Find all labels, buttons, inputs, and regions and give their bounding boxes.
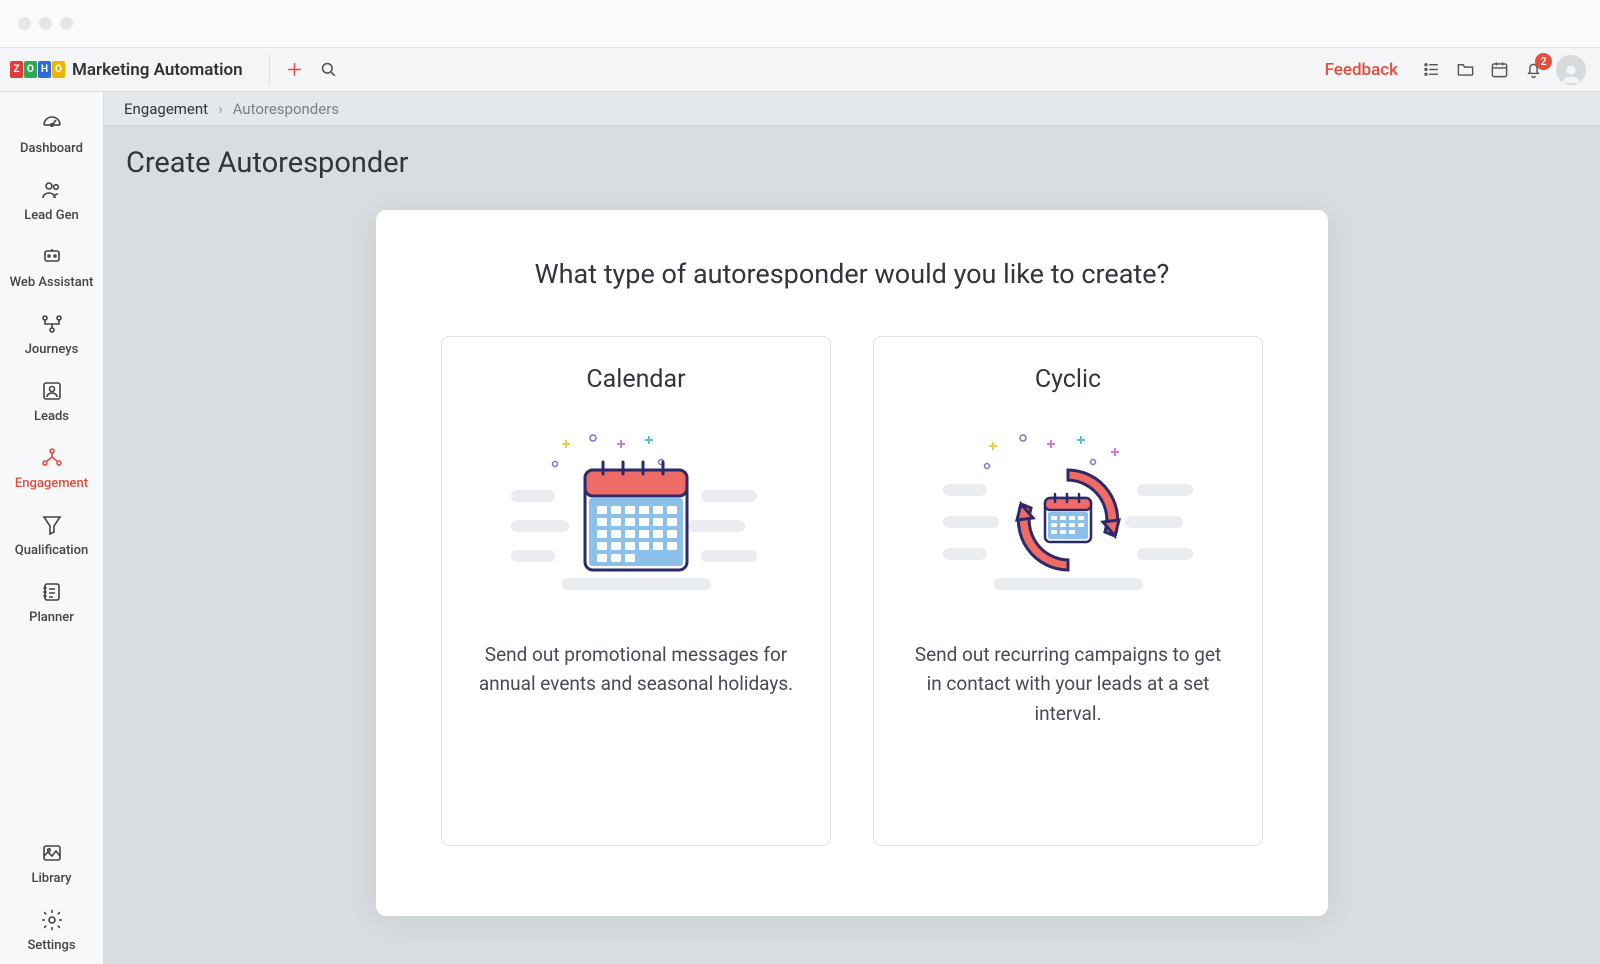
- sidebar-item-dashboard[interactable]: Dashboard: [0, 100, 103, 167]
- folder-button[interactable]: [1448, 53, 1482, 87]
- sidebar-item-label: Leads: [34, 409, 69, 424]
- zoho-logo-icon: Z O H O: [10, 61, 65, 78]
- calendar-illustration-icon: [511, 420, 761, 610]
- sidebar-item-webassistant[interactable]: Web Assistant: [0, 234, 103, 301]
- sidebar-item-leadgen[interactable]: Lead Gen: [0, 167, 103, 234]
- sidebar-item-label: Qualification: [15, 543, 88, 558]
- folder-icon: [1456, 60, 1475, 79]
- planner-icon: [40, 580, 64, 604]
- option-cyclic[interactable]: Cyclic: [873, 336, 1263, 846]
- dashboard-icon: [40, 111, 64, 135]
- calendar-button[interactable]: [1482, 53, 1516, 87]
- autoresponder-type-panel: What type of autoresponder would you lik…: [376, 210, 1328, 916]
- leads-icon: [40, 379, 64, 403]
- sidebar: Dashboard Lead Gen Web Assistant Journey…: [0, 92, 104, 964]
- library-icon: [40, 841, 64, 865]
- app-logo[interactable]: Z O H O Marketing Automation: [10, 60, 261, 80]
- list-icon: [1422, 60, 1441, 79]
- sidebar-item-label: Library: [31, 871, 71, 886]
- option-calendar[interactable]: Calendar: [441, 336, 831, 846]
- sidebar-item-settings[interactable]: Settings: [0, 897, 103, 964]
- engagement-icon: [40, 446, 64, 470]
- qualification-icon: [40, 513, 64, 537]
- sidebar-item-qualification[interactable]: Qualification: [0, 502, 103, 569]
- panel-question: What type of autoresponder would you lik…: [416, 258, 1288, 290]
- option-row: Calendar: [416, 336, 1288, 846]
- chevron-right-icon: ›: [218, 100, 223, 118]
- settings-icon: [40, 908, 64, 932]
- feedback-link[interactable]: Feedback: [1325, 60, 1398, 80]
- sidebar-item-leads[interactable]: Leads: [0, 368, 103, 435]
- search-icon: [319, 60, 338, 79]
- logo-letter: O: [24, 61, 37, 78]
- option-title: Cyclic: [1035, 365, 1101, 394]
- sidebar-item-library[interactable]: Library: [0, 830, 103, 897]
- sidebar-item-label: Settings: [27, 938, 75, 953]
- plus-icon: [285, 60, 304, 79]
- notifications-button[interactable]: 2: [1516, 53, 1550, 87]
- page-title: Create Autoresponder: [126, 146, 1578, 180]
- calendar-icon: [1490, 60, 1509, 79]
- sidebar-item-label: Planner: [29, 610, 74, 625]
- leadgen-icon: [40, 178, 64, 202]
- main: Engagement › Autoresponders Create Autor…: [104, 92, 1600, 964]
- breadcrumb-current: Autoresponders: [233, 100, 339, 118]
- sidebar-item-journeys[interactable]: Journeys: [0, 301, 103, 368]
- option-description: Send out promotional messages for annual…: [470, 640, 802, 699]
- logo-letter: H: [38, 61, 51, 78]
- journeys-icon: [40, 312, 64, 336]
- traffic-light-close[interactable]: [18, 17, 31, 30]
- create-button[interactable]: [278, 53, 312, 87]
- avatar[interactable]: [1556, 55, 1586, 85]
- sidebar-item-label: Dashboard: [20, 141, 83, 156]
- logo-letter: O: [52, 61, 65, 78]
- window-chrome: [0, 0, 1600, 48]
- divider: [269, 55, 270, 85]
- topbar: Z O H O Marketing Automation Feedback 2: [0, 48, 1600, 92]
- sidebar-item-label: Journeys: [25, 342, 79, 357]
- traffic-light-min[interactable]: [39, 17, 52, 30]
- person-icon: [1559, 61, 1583, 85]
- notification-badge: 2: [1535, 53, 1552, 70]
- sidebar-item-label: Engagement: [15, 476, 88, 491]
- webassistant-icon: [40, 245, 64, 269]
- search-button[interactable]: [312, 53, 346, 87]
- app-name: Marketing Automation: [72, 60, 243, 80]
- sidebar-item-engagement[interactable]: Engagement: [0, 435, 103, 502]
- sidebar-item-planner[interactable]: Planner: [0, 569, 103, 636]
- option-description: Send out recurring campaigns to get in c…: [902, 640, 1234, 728]
- breadcrumb: Engagement › Autoresponders: [104, 92, 1600, 126]
- breadcrumb-parent[interactable]: Engagement: [124, 100, 208, 118]
- cyclic-illustration-icon: [943, 420, 1193, 610]
- page-header: Create Autoresponder: [104, 126, 1600, 206]
- sidebar-item-label: Web Assistant: [10, 275, 94, 290]
- logo-letter: Z: [10, 61, 23, 78]
- tasklist-button[interactable]: [1414, 53, 1448, 87]
- option-title: Calendar: [586, 365, 685, 394]
- traffic-light-max[interactable]: [60, 17, 73, 30]
- sidebar-item-label: Lead Gen: [24, 208, 79, 223]
